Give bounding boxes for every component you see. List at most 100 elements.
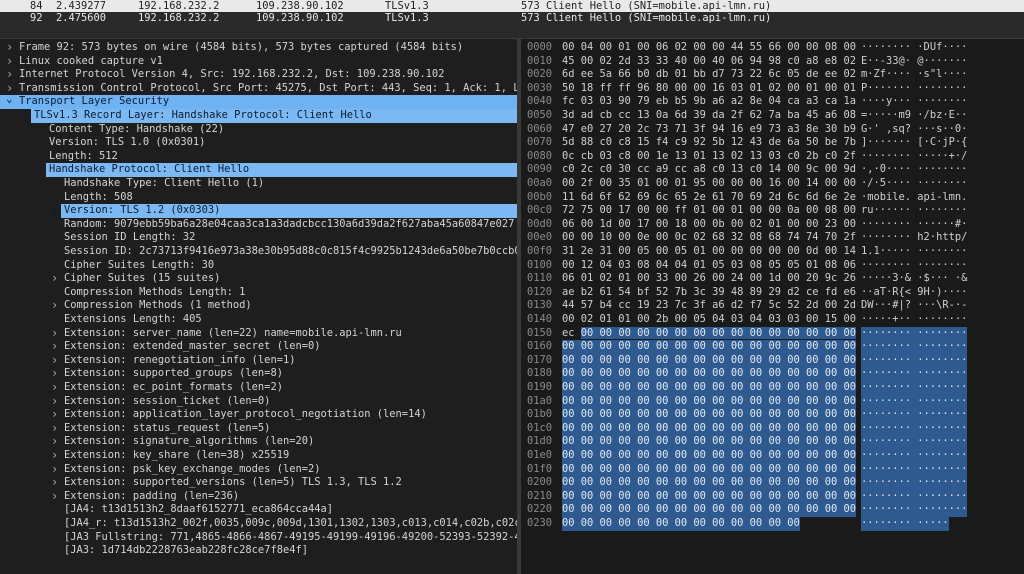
tree-item[interactable]: › Frame 92: 573 bytes on wire (4584 bits)… (0, 41, 517, 55)
tree-item[interactable]: › Extension: extended_master_secret (len=… (0, 340, 517, 354)
tree-item[interactable]: Cipher Suites Length: 30 (0, 259, 517, 273)
chevron-right-icon[interactable]: › (51, 272, 61, 286)
hex-row[interactable]: 0050 3d ad cb cc 13 0a 6d 39 da 2f 62 7a … (521, 109, 1024, 123)
hex-row[interactable]: 00f0 31 2e 31 00 05 00 05 01 00 00 00 00 … (521, 245, 1024, 259)
chevron-right-icon[interactable]: › (51, 490, 61, 504)
hex-row[interactable]: 0150 ec 00 00 00 00 00 00 00 00 00 00 00 … (521, 326, 1024, 341)
hex-ascii[interactable]: G·' ,sq? ···s··0· (861, 123, 967, 137)
hex-bytes[interactable]: 00 00 00 00 00 00 00 00 00 00 00 00 00 0… (562, 367, 857, 381)
chevron-right-icon[interactable]: › (51, 476, 61, 490)
hex-row[interactable]: 0130 44 57 b4 cc 19 23 7c 3f a6 d2 f7 5c … (521, 299, 1024, 313)
hex-bytes[interactable]: 00 00 00 00 00 00 00 00 00 00 00 00 00 0… (562, 340, 857, 354)
hex-row[interactable]: 01b0 00 00 00 00 00 00 00 00 00 00 00 00 … (521, 408, 1024, 422)
hex-ascii[interactable]: ····y··· ········ (861, 95, 967, 109)
hex-bytes[interactable]: c0 2c c0 30 cc a9 cc a8 c0 13 c0 14 00 9… (562, 163, 856, 177)
hex-bytes[interactable]: 00 00 10 00 0e 00 0c 02 68 32 08 68 74 7… (562, 231, 856, 245)
chevron-down-icon[interactable]: ⌄ (21, 109, 31, 120)
hex-ascii[interactable]: ········ ········ (861, 340, 968, 354)
hex-bytes[interactable]: 5d 88 c0 c8 15 f4 c9 92 5b 12 43 de 6a 5… (562, 136, 856, 150)
hex-row[interactable]: 0000 00 04 00 01 00 06 02 00 00 44 55 66 … (521, 41, 1024, 55)
hex-row[interactable]: 0070 5d 88 c0 c8 15 f4 c9 92 5b 12 43 de … (521, 136, 1024, 150)
chevron-right-icon[interactable]: › (51, 354, 61, 368)
hex-ascii[interactable]: =·····m9 ·/bz·E·· (861, 109, 967, 123)
hex-bytes[interactable]: 06 00 1d 00 17 00 18 00 0b 00 02 01 00 0… (562, 218, 856, 232)
hex-bytes[interactable]: 06 01 02 01 00 33 00 26 00 24 00 1d 00 2… (562, 272, 856, 286)
hex-bytes[interactable]: 45 00 02 2d 33 33 40 00 40 06 94 98 c0 a… (562, 55, 856, 69)
hex-ascii[interactable]: E··-33@· @······· (861, 55, 967, 69)
hex-bytes[interactable]: 3d ad cb cc 13 0a 6d 39 da 2f 62 7a ba 4… (562, 109, 856, 123)
tree-item[interactable]: › Internet Protocol Version 4, Src: 192.1… (0, 68, 517, 82)
hex-row[interactable]: 0100 00 12 04 03 08 04 04 01 05 03 08 05 … (521, 259, 1024, 273)
tree-item[interactable]: Random: 9079ebb59ba6a28e04caa3ca1a3dadcb… (0, 218, 517, 232)
hex-row[interactable]: 00c0 72 75 00 17 00 00 ff 01 00 01 00 00 … (521, 204, 1024, 218)
hex-row[interactable]: 00d0 06 00 1d 00 17 00 18 00 0b 00 02 01 … (521, 218, 1024, 232)
packet-row[interactable]: 84 2.439277 192.168.232.2 109.238.90.102 TLS… (0, 0, 1024, 12)
hex-row[interactable]: 0120 ae b2 61 54 bf 52 7b 3c 39 48 89 29 … (521, 286, 1024, 300)
hex-bytes[interactable]: 11 6d 6f 62 69 6c 65 2e 61 70 69 2d 6c 6… (562, 191, 856, 205)
hex-bytes[interactable]: 00 00 00 00 00 00 00 00 00 00 00 00 00 0… (562, 381, 857, 395)
chevron-down-icon[interactable]: ⌄ (6, 95, 16, 106)
tree-item[interactable]: Compression Methods Length: 1 (0, 286, 517, 300)
hex-row[interactable]: 01d0 00 00 00 00 00 00 00 00 00 00 00 00 … (521, 435, 1024, 449)
chevron-right-icon[interactable]: › (51, 381, 61, 395)
hex-bytes[interactable]: fc 03 03 90 79 eb b5 9b a6 a2 8e 04 ca a… (562, 95, 856, 109)
hex-bytes[interactable]: 00 00 00 00 00 00 00 00 00 00 00 00 00 0… (562, 435, 857, 449)
tree-item[interactable]: › Transmission Control Protocol, Src Port… (0, 82, 517, 96)
chevron-down-icon[interactable]: ⌄ (36, 163, 46, 174)
hex-bytes[interactable]: 00 00 00 00 00 00 00 00 00 00 00 00 00 0… (562, 476, 857, 490)
hex-ascii[interactable]: ········ ·DUf···· (861, 41, 967, 55)
hex-bytes[interactable]: 44 57 b4 cc 19 23 7c 3f a6 d2 f7 5c 52 2… (562, 299, 856, 313)
tree-item[interactable]: ⌄ Handshake Protocol: Client Hello (0, 163, 517, 177)
tree-item[interactable]: [JA4_r: t13d1513h2_002f,0035,009c,009d,1… (0, 517, 517, 531)
hex-ascii[interactable]: DW···#|? ···\R-·- (861, 299, 967, 313)
hex-row[interactable]: 0200 00 00 00 00 00 00 00 00 00 00 00 00 … (521, 476, 1024, 490)
tree-item[interactable]: › Compression Methods (1 method) (0, 299, 517, 313)
hex-ascii[interactable]: ········ ····· (861, 517, 949, 531)
hex-bytes[interactable]: 00 02 01 01 00 2b 00 05 04 03 04 03 03 0… (562, 313, 856, 327)
packet-details-tree[interactable]: › Frame 92: 573 bytes on wire (4584 bits)… (0, 39, 517, 574)
hex-bytes[interactable]: 6d ee 5a 66 b0 db 01 bb d7 73 22 6c 05 d… (562, 68, 856, 82)
tree-item[interactable]: [JA3 Fullstring: 771,4865-4866-4867-4919… (0, 531, 517, 545)
hex-ascii[interactable]: ········ ········ (861, 408, 968, 422)
hex-ascii[interactable]: ··aT·R{< 9H·)···· (861, 286, 967, 300)
tree-item[interactable]: Extensions Length: 405 (0, 313, 517, 327)
chevron-right-icon[interactable]: › (51, 367, 61, 381)
hex-ascii[interactable]: ········ ········ (861, 489, 968, 504)
hex-bytes[interactable]: 00 00 00 00 00 00 00 00 00 00 00 00 00 0… (562, 353, 857, 368)
hex-bytes[interactable]: 72 75 00 17 00 00 ff 01 00 01 00 00 0a 0… (562, 204, 856, 218)
tree-item[interactable]: › Extension: session_ticket (len=0) (0, 395, 517, 409)
hex-bytes[interactable]: 31 2e 31 00 05 00 05 01 00 00 00 00 00 0… (562, 245, 856, 259)
hex-ascii[interactable]: ········ ········ (861, 421, 968, 436)
hex-row[interactable]: 0190 00 00 00 00 00 00 00 00 00 00 00 00 … (521, 381, 1024, 395)
packet-bytes-pane[interactable]: 0000 00 04 00 01 00 06 02 00 00 44 55 66 … (521, 39, 1024, 574)
chevron-right-icon[interactable]: › (6, 55, 16, 69)
hex-row[interactable]: 00e0 00 00 10 00 0e 00 0c 02 68 32 08 68 … (521, 231, 1024, 245)
tree-item[interactable]: ⌄ Transport Layer Security (0, 95, 517, 109)
hex-row[interactable]: 00a0 00 2f 00 35 01 00 01 95 00 00 00 16 … (521, 177, 1024, 191)
hex-bytes[interactable]: 00 00 00 00 00 00 00 00 00 00 00 00 00 0… (562, 394, 857, 409)
tree-item[interactable]: › Extension: supported_versions (len=5) T… (0, 476, 517, 490)
tree-item[interactable]: › Extension: padding (len=236) (0, 490, 517, 504)
hex-bytes[interactable]: 00 00 00 00 00 00 00 00 00 00 00 00 00 (562, 517, 800, 531)
chevron-right-icon[interactable]: › (6, 68, 16, 82)
hex-row[interactable]: 0220 00 00 00 00 00 00 00 00 00 00 00 00 … (521, 503, 1024, 517)
chevron-right-icon[interactable]: › (51, 299, 61, 313)
tree-item[interactable]: Session ID: 2c73713f9416e973a38e30b95d88… (0, 245, 517, 259)
hex-ascii[interactable]: ········ ········ (861, 394, 968, 409)
chevron-right-icon[interactable]: › (51, 340, 61, 354)
hex-bytes-highlighted[interactable]: 00 00 00 00 00 00 00 00 00 00 00 00 00 0… (580, 326, 857, 339)
tree-item[interactable]: Version: TLS 1.0 (0x0301) (0, 136, 517, 150)
chevron-right-icon[interactable]: › (51, 463, 61, 477)
hex-row[interactable]: 0080 0c cb 03 c8 00 1e 13 01 13 02 13 03 … (521, 150, 1024, 164)
pane-splitter-horizontal[interactable] (0, 24, 1024, 39)
hex-ascii[interactable]: ········ ········ (861, 326, 968, 341)
hex-row[interactable]: 01a0 00 00 00 00 00 00 00 00 00 00 00 00 … (521, 394, 1024, 409)
hex-bytes[interactable]: 00 00 00 00 00 00 00 00 00 00 00 00 00 0… (562, 408, 857, 422)
hex-bytes[interactable]: 00 2f 00 35 01 00 01 95 00 00 00 16 00 1… (562, 177, 856, 191)
hex-row[interactable]: 0180 00 00 00 00 00 00 00 00 00 00 00 00 … (521, 367, 1024, 381)
hex-row[interactable]: 0110 06 01 02 01 00 33 00 26 00 24 00 1d … (521, 272, 1024, 286)
tree-item[interactable]: › Extension: supported_groups (len=8) (0, 367, 517, 381)
hex-ascii[interactable]: ········ ········ (861, 449, 968, 463)
hex-bytes[interactable]: 00 00 00 00 00 00 00 00 00 00 00 00 00 0… (562, 421, 857, 436)
hex-row[interactable]: 0170 00 00 00 00 00 00 00 00 00 00 00 00 … (521, 353, 1024, 368)
